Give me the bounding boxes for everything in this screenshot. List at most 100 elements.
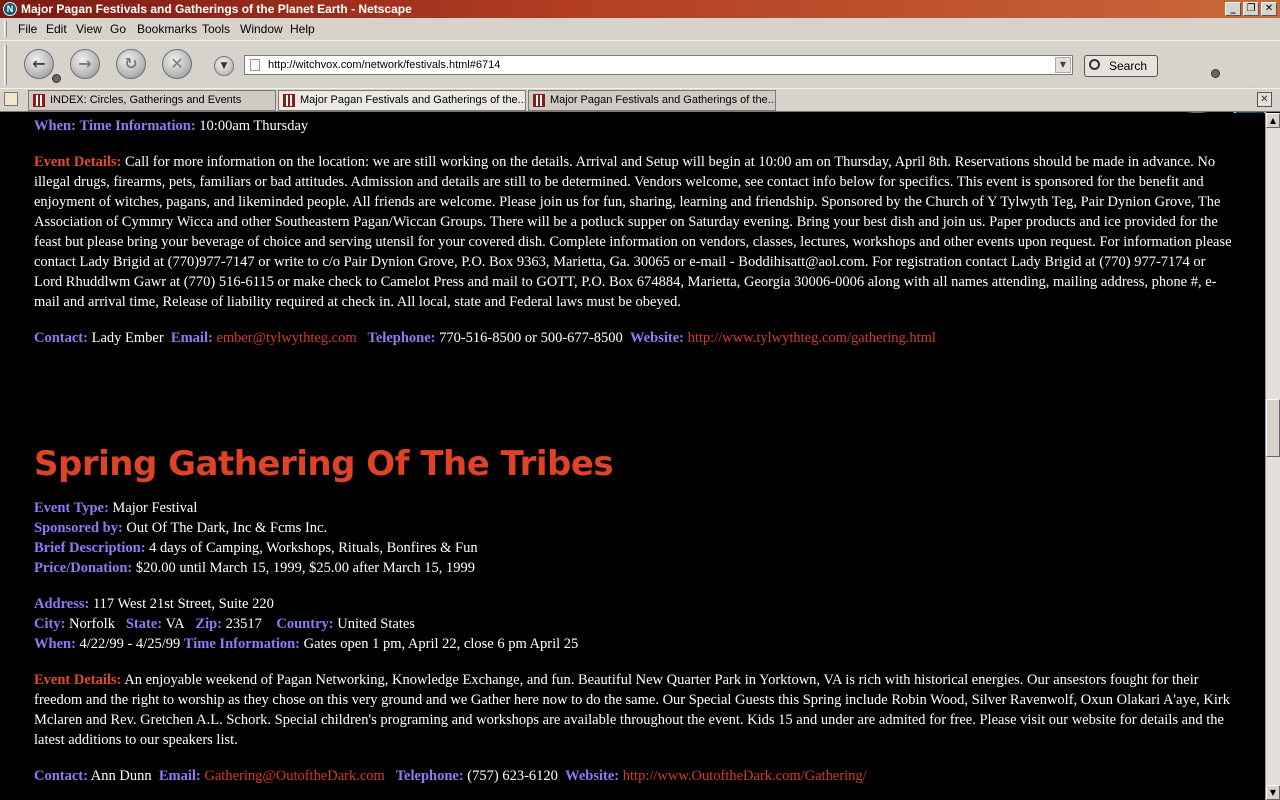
website-label: Website:	[630, 330, 684, 346]
new-tab-icon[interactable]	[4, 92, 18, 106]
url-text[interactable]: http://witchvox.com/network/festivals.ht…	[268, 56, 500, 74]
tab-label: Major Pagan Festivals and Gatherings of …	[300, 94, 526, 106]
state-value: VA	[165, 616, 185, 632]
telephone-value: (757) 623-6120	[467, 768, 558, 784]
event2-details: Event Details: An enjoyable weekend of P…	[34, 670, 1234, 750]
tab-favicon-icon	[533, 94, 545, 107]
close-window-button[interactable]: ✕	[1261, 2, 1277, 16]
price-label: Price/Donation:	[34, 560, 133, 576]
minimize-button[interactable]: _	[1225, 2, 1241, 16]
tab-festivals[interactable]: Major Pagan Festivals and Gatherings of …	[528, 90, 776, 111]
email-label: Email:	[170, 330, 213, 346]
menu-file[interactable]: File	[18, 22, 37, 36]
url-field[interactable]: http://witchvox.com/network/festivals.ht…	[244, 55, 1073, 75]
toolbar-grip[interactable]	[4, 45, 7, 85]
tab-label: Major Pagan Festivals and Gatherings of …	[550, 94, 776, 106]
country-label: Country:	[276, 616, 334, 632]
zip-value: 23517	[225, 616, 262, 632]
event-type-value: Major Festival	[112, 500, 198, 516]
price-value: $20.00 until March 15, 1999, $25.00 afte…	[135, 560, 475, 576]
menu-view[interactable]: View	[76, 22, 102, 36]
email-link[interactable]: Gathering@OutoftheDark.com	[204, 768, 384, 784]
city-label: City:	[34, 616, 66, 632]
page-icon	[250, 59, 260, 71]
reload-icon: ↻	[124, 54, 138, 73]
forward-button[interactable]: →	[70, 49, 100, 79]
event2-contact-row: Contact: Ann Dunn Email: Gathering@Outof…	[34, 766, 1234, 786]
event2-location: Address: 117 West 21st Street, Suite 220…	[34, 594, 1234, 654]
tab-index-circles[interactable]: INDEX: Circles, Gatherings and Events	[28, 90, 276, 111]
tab-bar: INDEX: Circles, Gatherings and Events Ma…	[0, 88, 1280, 112]
address-label: Address:	[34, 596, 90, 612]
event-details-text: An enjoyable weekend of Pagan Networking…	[34, 672, 1230, 748]
event-details-label: Event Details:	[34, 154, 122, 170]
event-details-label: Event Details:	[34, 672, 122, 688]
country-value: United States	[337, 616, 415, 632]
website-label: Website:	[565, 768, 620, 784]
menu-window[interactable]: Window	[240, 22, 283, 36]
window-titlebar: N Major Pagan Festivals and Gatherings o…	[0, 0, 1280, 18]
menu-bar: File Edit View Go Bookmarks Tools Window…	[0, 18, 1280, 40]
close-tab-button[interactable]: ✕	[1257, 92, 1272, 107]
vertical-scrollbar[interactable]: ▲ ▼	[1265, 113, 1280, 800]
event2-summary: Event Type: Major Festival Sponsored by:…	[34, 498, 1234, 578]
back-arrow-icon: ←	[32, 54, 46, 73]
scroll-down-icon[interactable]: ▼	[1266, 785, 1280, 800]
maximize-button[interactable]: ❐	[1243, 2, 1259, 16]
menu-go[interactable]: Go	[110, 22, 126, 36]
event1-details: Event Details: Call for more information…	[34, 152, 1234, 312]
search-button[interactable]: Search	[1084, 55, 1158, 77]
event-title: Spring Gathering Of The Tribes	[34, 444, 614, 484]
tab-festivals-active[interactable]: Major Pagan Festivals and Gatherings of …	[278, 90, 526, 111]
when-value: 4/22/99 - 4/25/99	[79, 636, 181, 652]
url-dropdown-icon[interactable]: ▼	[1055, 57, 1071, 73]
hat-dropdown-icon[interactable]	[1211, 69, 1220, 78]
tab-label: INDEX: Circles, Gatherings and Events	[50, 94, 242, 106]
menu-edit[interactable]: Edit	[46, 22, 67, 36]
scroll-up-icon[interactable]: ▲	[1266, 113, 1280, 128]
event1-when-row: When: Time Information: 10:00am Thursday	[34, 116, 1234, 136]
contact-value: Ann Dunn	[90, 768, 152, 784]
contact-value: Lady Ember	[91, 330, 164, 346]
brief-description-label: Brief Description:	[34, 540, 146, 556]
stop-button[interactable]: ✕	[162, 49, 192, 79]
time-info-value: 10:00am Thursday	[199, 118, 309, 134]
state-label: State:	[125, 616, 163, 632]
back-button[interactable]: ←	[24, 49, 54, 79]
website-link[interactable]: http://www.OutoftheDark.com/Gathering/	[623, 768, 867, 784]
menu-help[interactable]: Help	[290, 22, 315, 36]
contact-label: Contact:	[34, 330, 88, 346]
tab-favicon-icon	[33, 94, 45, 107]
forward-arrow-icon: →	[78, 54, 92, 73]
netscape-app-icon: N	[3, 2, 17, 16]
back-history-dropdown-icon[interactable]	[52, 74, 61, 83]
sponsored-by-label: Sponsored by:	[34, 520, 123, 536]
url-history-dropdown-icon[interactable]: ▼	[214, 56, 234, 76]
email-link[interactable]: ember@tylwythteg.com	[216, 330, 356, 346]
telephone-value: 770-516-8500 or 500-677-8500	[439, 330, 623, 346]
sponsored-by-value: Out Of The Dark, Inc & Fcms Inc.	[126, 520, 328, 536]
event1-contact-row: Contact: Lady Ember Email: ember@tylwyth…	[34, 328, 1234, 348]
tab-favicon-icon	[283, 94, 295, 107]
search-icon	[1089, 59, 1100, 70]
search-button-label: Search	[1109, 59, 1148, 73]
website-link[interactable]: http://www.tylwythteg.com/gathering.html	[688, 330, 936, 346]
email-label: Email:	[158, 768, 201, 784]
menu-tools[interactable]: Tools	[202, 22, 230, 36]
contact-label: Contact:	[34, 768, 88, 784]
menu-bookmarks[interactable]: Bookmarks	[137, 22, 197, 36]
stop-icon: ✕	[170, 54, 184, 73]
event-type-label: Event Type:	[34, 500, 109, 516]
when-label: When:	[34, 636, 76, 652]
page-content: When: Time Information: 10:00am Thursday…	[0, 113, 1265, 800]
time-info-label: Time Information:	[79, 118, 196, 134]
when-label: When:	[34, 118, 76, 134]
menubar-grip[interactable]	[4, 21, 7, 37]
event-details-text: Call for more information on the locatio…	[34, 154, 1232, 310]
scrollbar-thumb[interactable]	[1266, 399, 1280, 457]
telephone-label: Telephone:	[367, 330, 436, 346]
time-info-label: Time Information:	[183, 636, 300, 652]
zip-label: Zip:	[195, 616, 223, 632]
reload-button[interactable]: ↻	[116, 49, 146, 79]
